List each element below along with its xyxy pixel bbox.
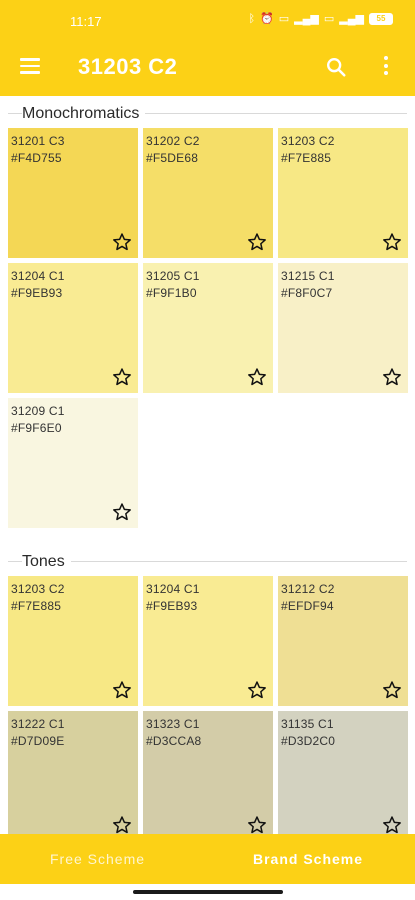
section-header-tones: Tones: [0, 544, 415, 576]
color-swatch[interactable]: 31323 C1 #D3CCA8: [143, 711, 273, 834]
swatch-code: 31215 C1: [281, 269, 335, 283]
swatch-grid-monochromatics: 31201 C3 #F4D755 31202 C2 #F5DE68 31203 C2 #F…: [0, 128, 415, 528]
color-swatch[interactable]: 31202 C2 #F5DE68: [143, 128, 273, 258]
swatch-hex: #F5DE68: [146, 151, 199, 165]
content-scroll[interactable]: Monochromatics 31201 C3 #F4D755 31202 C2 #F…: [0, 96, 415, 834]
swatch-code: 31135 C1: [281, 717, 334, 731]
tab-free-scheme[interactable]: Free Scheme: [50, 851, 145, 867]
signal-icon: ▂▄▆: [294, 13, 319, 25]
status-bar: 11:17 ᛒ ⏰ ▭ ▂▄▆ ▭ ▂▄▆ 55: [0, 0, 415, 40]
swatch-code: 31202 C2: [146, 134, 200, 148]
swatch-code: 31209 C1: [11, 404, 65, 418]
color-swatch[interactable]: 31212 C2 #EFDF94: [278, 576, 408, 706]
color-swatch[interactable]: 31205 C1 #F9F1B0: [143, 263, 273, 393]
swatch-code: 31201 C3: [11, 134, 65, 148]
swatch-code: 31204 C1: [146, 582, 200, 596]
favorite-star-icon[interactable]: [112, 367, 132, 387]
favorite-star-icon[interactable]: [382, 680, 402, 700]
swatch-code: 31204 C1: [11, 269, 65, 283]
bottom-tab-bar: Free Scheme Brand Scheme: [0, 834, 415, 884]
color-swatch[interactable]: 31135 C1 #D3D2C0: [278, 711, 408, 834]
signal-icon-2: ▂▄▆: [339, 13, 364, 25]
swatch-hex: #EFDF94: [281, 599, 334, 613]
status-time: 11:17: [70, 14, 102, 29]
favorite-star-icon[interactable]: [112, 680, 132, 700]
favorite-star-icon[interactable]: [112, 232, 132, 252]
swatch-hex: #F9EB93: [146, 599, 198, 613]
more-options-icon[interactable]: [383, 56, 389, 78]
swatch-hex: #F9EB93: [11, 286, 63, 300]
system-nav-bar: [0, 884, 415, 900]
favorite-star-icon[interactable]: [382, 232, 402, 252]
color-swatch[interactable]: 31204 C1 #F9EB93: [8, 263, 138, 393]
swatch-hex: #F8F0C7: [281, 286, 333, 300]
section-title: Monochromatics: [22, 105, 146, 123]
status-icons: ᛒ ⏰ ▭ ▂▄▆ ▭ ▂▄▆ 55: [248, 12, 393, 26]
color-swatch[interactable]: 31215 C1 #F8F0C7: [278, 263, 408, 393]
swatch-code: 31205 C1: [146, 269, 200, 283]
swatch-hex: #F7E885: [11, 599, 62, 613]
swatch-code: 31222 C1: [11, 717, 65, 731]
swatch-hex: #F9F1B0: [146, 286, 197, 300]
swatch-code: 31323 C1: [146, 717, 200, 731]
color-swatch[interactable]: 31203 C2 #F7E885: [278, 128, 408, 258]
volte-icon: ▭: [278, 13, 290, 25]
bluetooth-icon: ᛒ: [248, 13, 256, 25]
favorite-star-icon[interactable]: [382, 815, 402, 834]
swatch-hex: #F7E885: [281, 151, 332, 165]
swatch-code: 31212 C2: [281, 582, 335, 596]
favorite-star-icon[interactable]: [247, 367, 267, 387]
section-header-monochromatics: Monochromatics: [0, 96, 415, 128]
color-swatch[interactable]: 31209 C1 #F9F6E0: [8, 398, 138, 528]
favorite-star-icon[interactable]: [112, 502, 132, 522]
swatch-code: 31203 C2: [11, 582, 65, 596]
color-swatch[interactable]: 31204 C1 #F9EB93: [143, 576, 273, 706]
swatch-hex: #D3CCA8: [146, 734, 202, 748]
color-swatch[interactable]: 31203 C2 #F7E885: [8, 576, 138, 706]
swatch-hex: #D7D09E: [11, 734, 65, 748]
color-swatch[interactable]: 31201 C3 #F4D755: [8, 128, 138, 258]
section-title: Tones: [22, 553, 71, 571]
swatch-grid-tones: 31203 C2 #F7E885 31204 C1 #F9EB93 31212 C2 #E…: [0, 576, 415, 834]
swatch-hex: #F4D755: [11, 151, 62, 165]
swatch-hex: #F9F6E0: [11, 421, 62, 435]
search-icon[interactable]: [325, 56, 347, 78]
color-swatch[interactable]: 31222 C1 #D7D09E: [8, 711, 138, 834]
tab-brand-scheme[interactable]: Brand Scheme: [253, 851, 363, 867]
swatch-hex: #D3D2C0: [281, 734, 336, 748]
favorite-star-icon[interactable]: [382, 367, 402, 387]
favorite-star-icon[interactable]: [247, 815, 267, 834]
favorite-star-icon[interactable]: [247, 680, 267, 700]
volte-icon-2: ▭: [323, 13, 335, 25]
page-title: 31203 C2: [78, 54, 178, 79]
alarm-icon: ⏰: [260, 13, 274, 25]
favorite-star-icon[interactable]: [112, 815, 132, 834]
hamburger-menu-icon[interactable]: [20, 58, 40, 74]
battery-icon: 55: [369, 13, 393, 25]
swatch-code: 31203 C2: [281, 134, 335, 148]
home-gesture-handle[interactable]: [133, 890, 283, 894]
favorite-star-icon[interactable]: [247, 232, 267, 252]
app-bar: 31203 C2: [0, 40, 415, 96]
